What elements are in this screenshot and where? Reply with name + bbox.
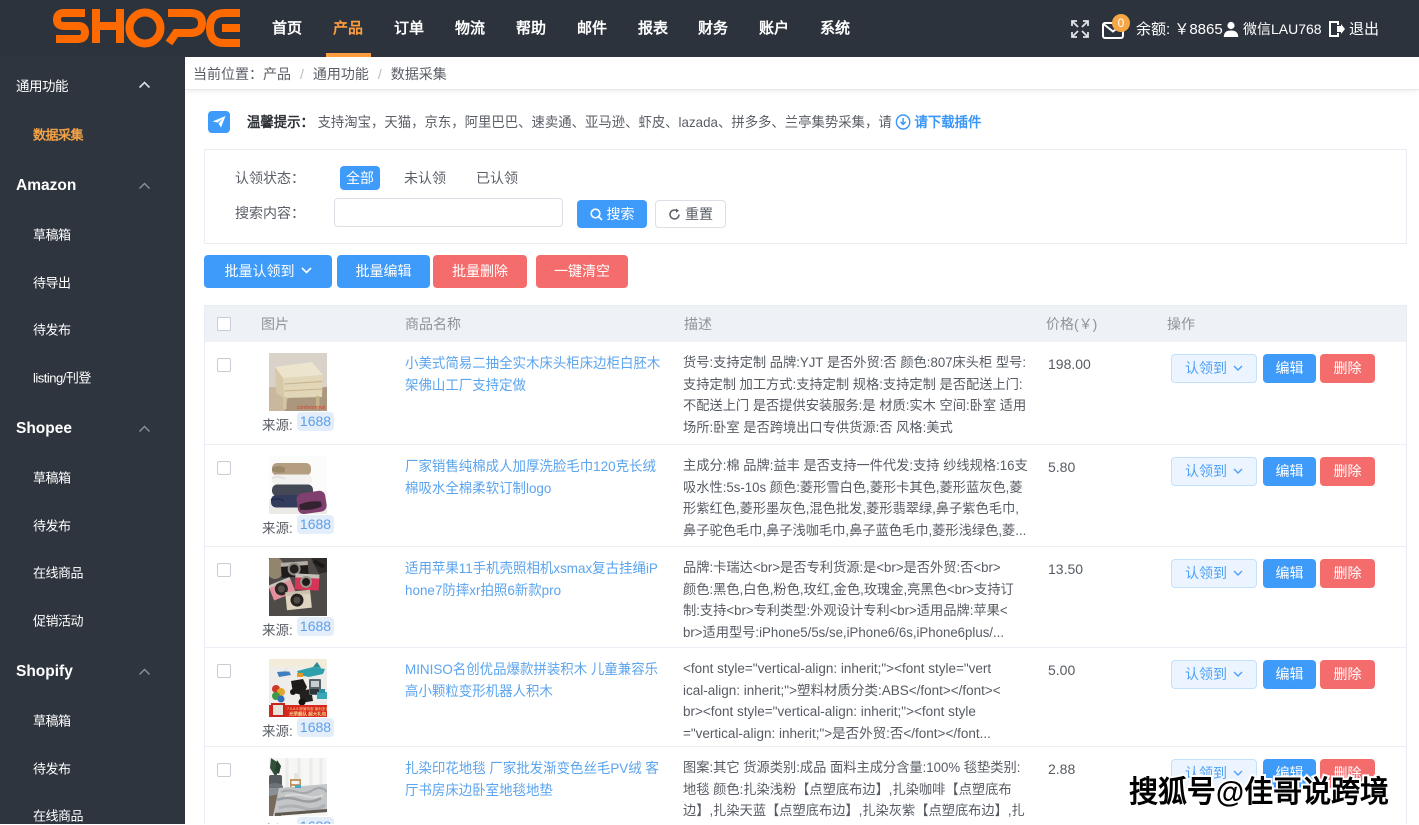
- svg-text:confinnnnnal: confinnnnnal: [297, 405, 325, 411]
- svg-text:7.5-8.8 超值特惠 福利多多 口碑好礼: 7.5-8.8 超值特惠 福利多多 口碑好礼: [287, 706, 327, 711]
- svg-text:光荣舰队 超大礼包: 光荣舰队 超大礼包: [288, 711, 327, 718]
- svg-text:搜狐号@佳哥说跨境: 搜狐号@佳哥说跨境: [1129, 775, 1389, 809]
